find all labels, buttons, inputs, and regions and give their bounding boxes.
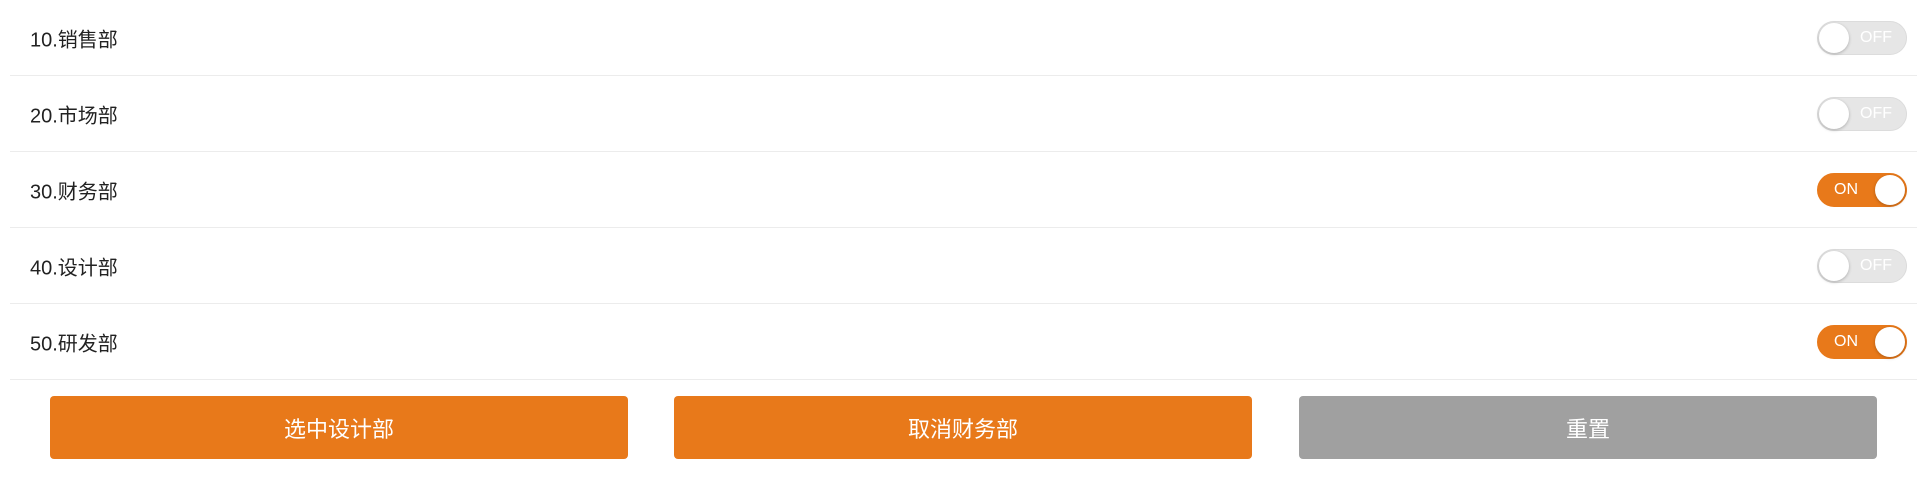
list-item: 40.设计部 OFF <box>10 228 1917 304</box>
list-item: 10.销售部 OFF <box>10 0 1917 76</box>
department-label: 20.市场部 <box>30 105 118 127</box>
toggle-state-text: OFF <box>1860 104 1892 122</box>
department-toggle[interactable]: OFF <box>1817 20 1907 55</box>
toggle-state-text: ON <box>1834 180 1858 198</box>
toggle-state-text: ON <box>1834 332 1858 350</box>
toggle-knob <box>1819 98 1849 129</box>
toggle-knob <box>1875 326 1905 357</box>
department-label: 50.研发部 <box>30 333 118 355</box>
department-label: 10.销售部 <box>30 29 118 51</box>
toggle-state-text: OFF <box>1860 28 1892 46</box>
list-item: 30.财务部 ON <box>10 152 1917 228</box>
department-toggle[interactable]: OFF <box>1817 248 1907 283</box>
department-toggle[interactable]: OFF <box>1817 96 1907 131</box>
reset-button[interactable]: 重置 <box>1299 396 1877 459</box>
select-design-button[interactable]: 选中设计部 <box>50 396 628 459</box>
list-item: 50.研发部 ON <box>10 304 1917 380</box>
department-toggle[interactable]: ON <box>1817 172 1907 207</box>
toggle-knob <box>1875 174 1905 205</box>
toggle-knob <box>1819 250 1849 281</box>
department-label: 30.财务部 <box>30 181 118 203</box>
department-list: 10.销售部 OFF 20.市场部 OFF 30.财务部 ON 40.设计部 O… <box>10 0 1917 380</box>
list-item: 20.市场部 OFF <box>10 76 1917 152</box>
cancel-finance-button[interactable]: 取消财务部 <box>674 396 1252 459</box>
action-bar: 选中设计部 取消财务部 重置 <box>50 396 1877 459</box>
toggle-state-text: OFF <box>1860 256 1892 274</box>
department-label: 40.设计部 <box>30 257 118 279</box>
toggle-knob <box>1819 22 1849 53</box>
department-toggle[interactable]: ON <box>1817 324 1907 359</box>
